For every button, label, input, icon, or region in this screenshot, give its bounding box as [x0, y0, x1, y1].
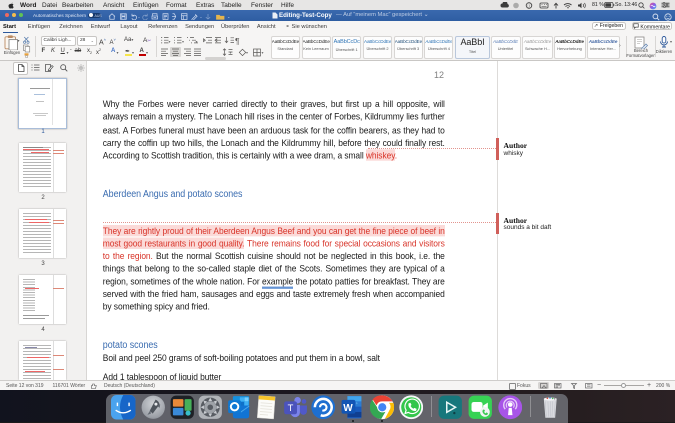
- svg-text:¶: ¶: [235, 36, 240, 45]
- svg-text:T: T: [288, 403, 294, 413]
- svg-text:⌄: ⌄: [227, 14, 230, 19]
- svg-text:⌄: ⌄: [200, 15, 203, 19]
- svg-text:⌄: ⌄: [138, 15, 141, 19]
- svg-text:ⓘ: ⓘ: [527, 2, 532, 9]
- svg-text:W: W: [343, 403, 353, 414]
